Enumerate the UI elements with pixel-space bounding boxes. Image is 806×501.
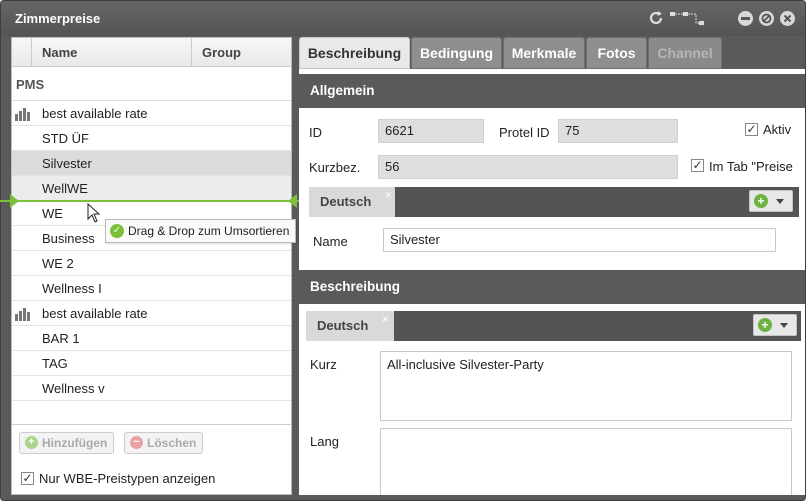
list-item[interactable]: TAG [12, 351, 291, 376]
drag-drop-tooltip: ✓ Drag & Drop zum Umsortieren [105, 219, 297, 243]
language-tabbar-beschreibung: Deutsch × + [306, 311, 801, 341]
rate-list: best available rate STD ÜF Silvester Wel… [12, 101, 291, 401]
list-item[interactable]: BAR 1 [12, 326, 291, 351]
plus-icon: + [25, 436, 38, 449]
tab-deutsch-allgemein[interactable]: Deutsch [309, 187, 395, 217]
delete-button[interactable]: − Löschen [124, 432, 204, 454]
detail-tabs: Beschreibung Bedingung Merkmale Fotos Ch… [299, 37, 805, 69]
id-label: ID [309, 125, 322, 140]
list-item-label: best available rate [42, 106, 148, 121]
detail-panel: Beschreibung Bedingung Merkmale Fotos Ch… [299, 37, 805, 495]
add-language-button[interactable]: + [749, 190, 793, 212]
lang-label: Lang [310, 434, 339, 449]
column-name-header[interactable]: Name [42, 45, 77, 60]
list-item[interactable]: best available rate [12, 101, 291, 126]
tree-layout-icon[interactable] [669, 10, 711, 26]
bar-chart-icon [15, 108, 30, 121]
group-header-label: PMS [16, 77, 45, 92]
checkmark-icon: ✓ [110, 224, 124, 238]
wbe-filter-checkbox[interactable]: ✓ [21, 472, 34, 485]
protel-id-label: Protel ID [499, 125, 550, 140]
tooltip-text: Drag & Drop zum Umsortieren [128, 224, 290, 238]
tab-fotos[interactable]: Fotos [586, 37, 647, 69]
mouse-cursor-icon [87, 203, 101, 223]
column-separator[interactable] [191, 38, 192, 66]
section-header-beschreibung: Beschreibung [299, 270, 805, 304]
delete-button-label: Löschen [147, 436, 197, 450]
wbe-filter-label: Nur WBE-Preistypen anzeigen [39, 471, 216, 486]
close-language-tab-icon[interactable]: × [382, 312, 389, 326]
list-item[interactable]: STD ÜF [12, 126, 291, 151]
tab-deutsch-beschreibung[interactable]: Deutsch [306, 311, 394, 341]
tab-merkmale[interactable]: Merkmale [503, 37, 585, 69]
list-footer: + Hinzufügen − Löschen ✓ Nur WBE-Preisty… [12, 424, 291, 494]
rate-list-panel: Name Group PMS best available rate STD Ü… [0, 37, 305, 495]
kurz-textarea[interactable]: All-inclusive Silvester-Party [380, 351, 792, 421]
name-label: Name [313, 234, 348, 249]
list-item-label: Wellness v [42, 381, 105, 396]
close-button[interactable] [780, 11, 795, 26]
tab-channel[interactable]: Channel [648, 37, 722, 69]
chevron-down-icon [780, 323, 788, 328]
add-button[interactable]: + Hinzufügen [19, 432, 115, 454]
zimmerpreise-window: Zimmerpreise Name Group PMS best availab… [0, 0, 806, 501]
prohibit-icon [761, 13, 772, 24]
id-field: 6621 [378, 119, 484, 143]
add-button-label: Hinzufügen [42, 436, 108, 450]
list-item-label: best available rate [42, 306, 148, 321]
tab-bedingung[interactable]: Bedingung [411, 37, 502, 69]
bar-chart-icon [15, 308, 30, 321]
plus-icon: + [754, 194, 768, 208]
protel-id-field: 75 [558, 119, 678, 143]
list-item[interactable]: WE 2 [12, 251, 291, 276]
title-bar: Zimmerpreise [1, 1, 805, 36]
language-tabbar-allgemein: Deutsch × + [309, 187, 799, 217]
drop-indicator-line [0, 200, 305, 202]
list-item-label: Business [42, 231, 95, 246]
im-tab-preise-label: Im Tab "Preise [709, 159, 793, 174]
tab-beschreibung[interactable]: Beschreibung [299, 37, 410, 69]
minimize-button[interactable] [738, 11, 753, 26]
im-tab-preise-checkbox[interactable]: ✓ [691, 159, 704, 172]
list-item-label: STD ÜF [42, 131, 89, 146]
disable-button[interactable] [759, 11, 774, 26]
aktiv-label: Aktiv [763, 122, 792, 137]
list-item-label: WellWE [42, 181, 88, 196]
close-language-tab-icon[interactable]: × [385, 188, 392, 202]
list-item[interactable]: Wellness I [12, 276, 291, 301]
kurzbez-label: Kurzbez. [309, 160, 361, 175]
section-header-allgemein: Allgemein [299, 74, 805, 108]
drop-indicator-right-arrow [288, 194, 297, 208]
list-item[interactable]: best available rate [12, 301, 291, 326]
group-header-pms[interactable]: PMS [12, 67, 291, 101]
refresh-icon[interactable] [648, 10, 664, 26]
list-item-label: WE [42, 206, 63, 221]
close-icon [783, 14, 792, 23]
minimize-icon [741, 17, 750, 20]
list-item-label: WE 2 [42, 256, 74, 271]
lang-textarea[interactable] [380, 428, 792, 495]
kurz-label: Kurz [310, 357, 337, 372]
minus-icon: − [130, 436, 143, 449]
plus-icon: + [758, 318, 772, 332]
list-item-label: TAG [42, 356, 68, 371]
name-input[interactable]: Silvester [383, 228, 776, 252]
column-group-header[interactable]: Group [202, 45, 241, 60]
list-column-header: Name Group [12, 38, 291, 67]
kurzbez-field: 56 [378, 155, 678, 179]
list-item-selected[interactable]: Silvester [12, 151, 291, 176]
list-item[interactable]: WellWE [12, 176, 291, 201]
list-item-label: BAR 1 [42, 331, 80, 346]
list-item[interactable]: Wellness v [12, 376, 291, 401]
list-item-label: Wellness I [42, 281, 102, 296]
aktiv-checkbox[interactable]: ✓ [745, 123, 758, 136]
window-title: Zimmerpreise [15, 11, 101, 26]
chevron-down-icon [776, 199, 784, 204]
add-language-button[interactable]: + [753, 314, 797, 336]
list-item-label: Silvester [42, 156, 92, 171]
column-icon-header [12, 38, 32, 66]
drop-indicator-left-arrow [10, 194, 19, 208]
